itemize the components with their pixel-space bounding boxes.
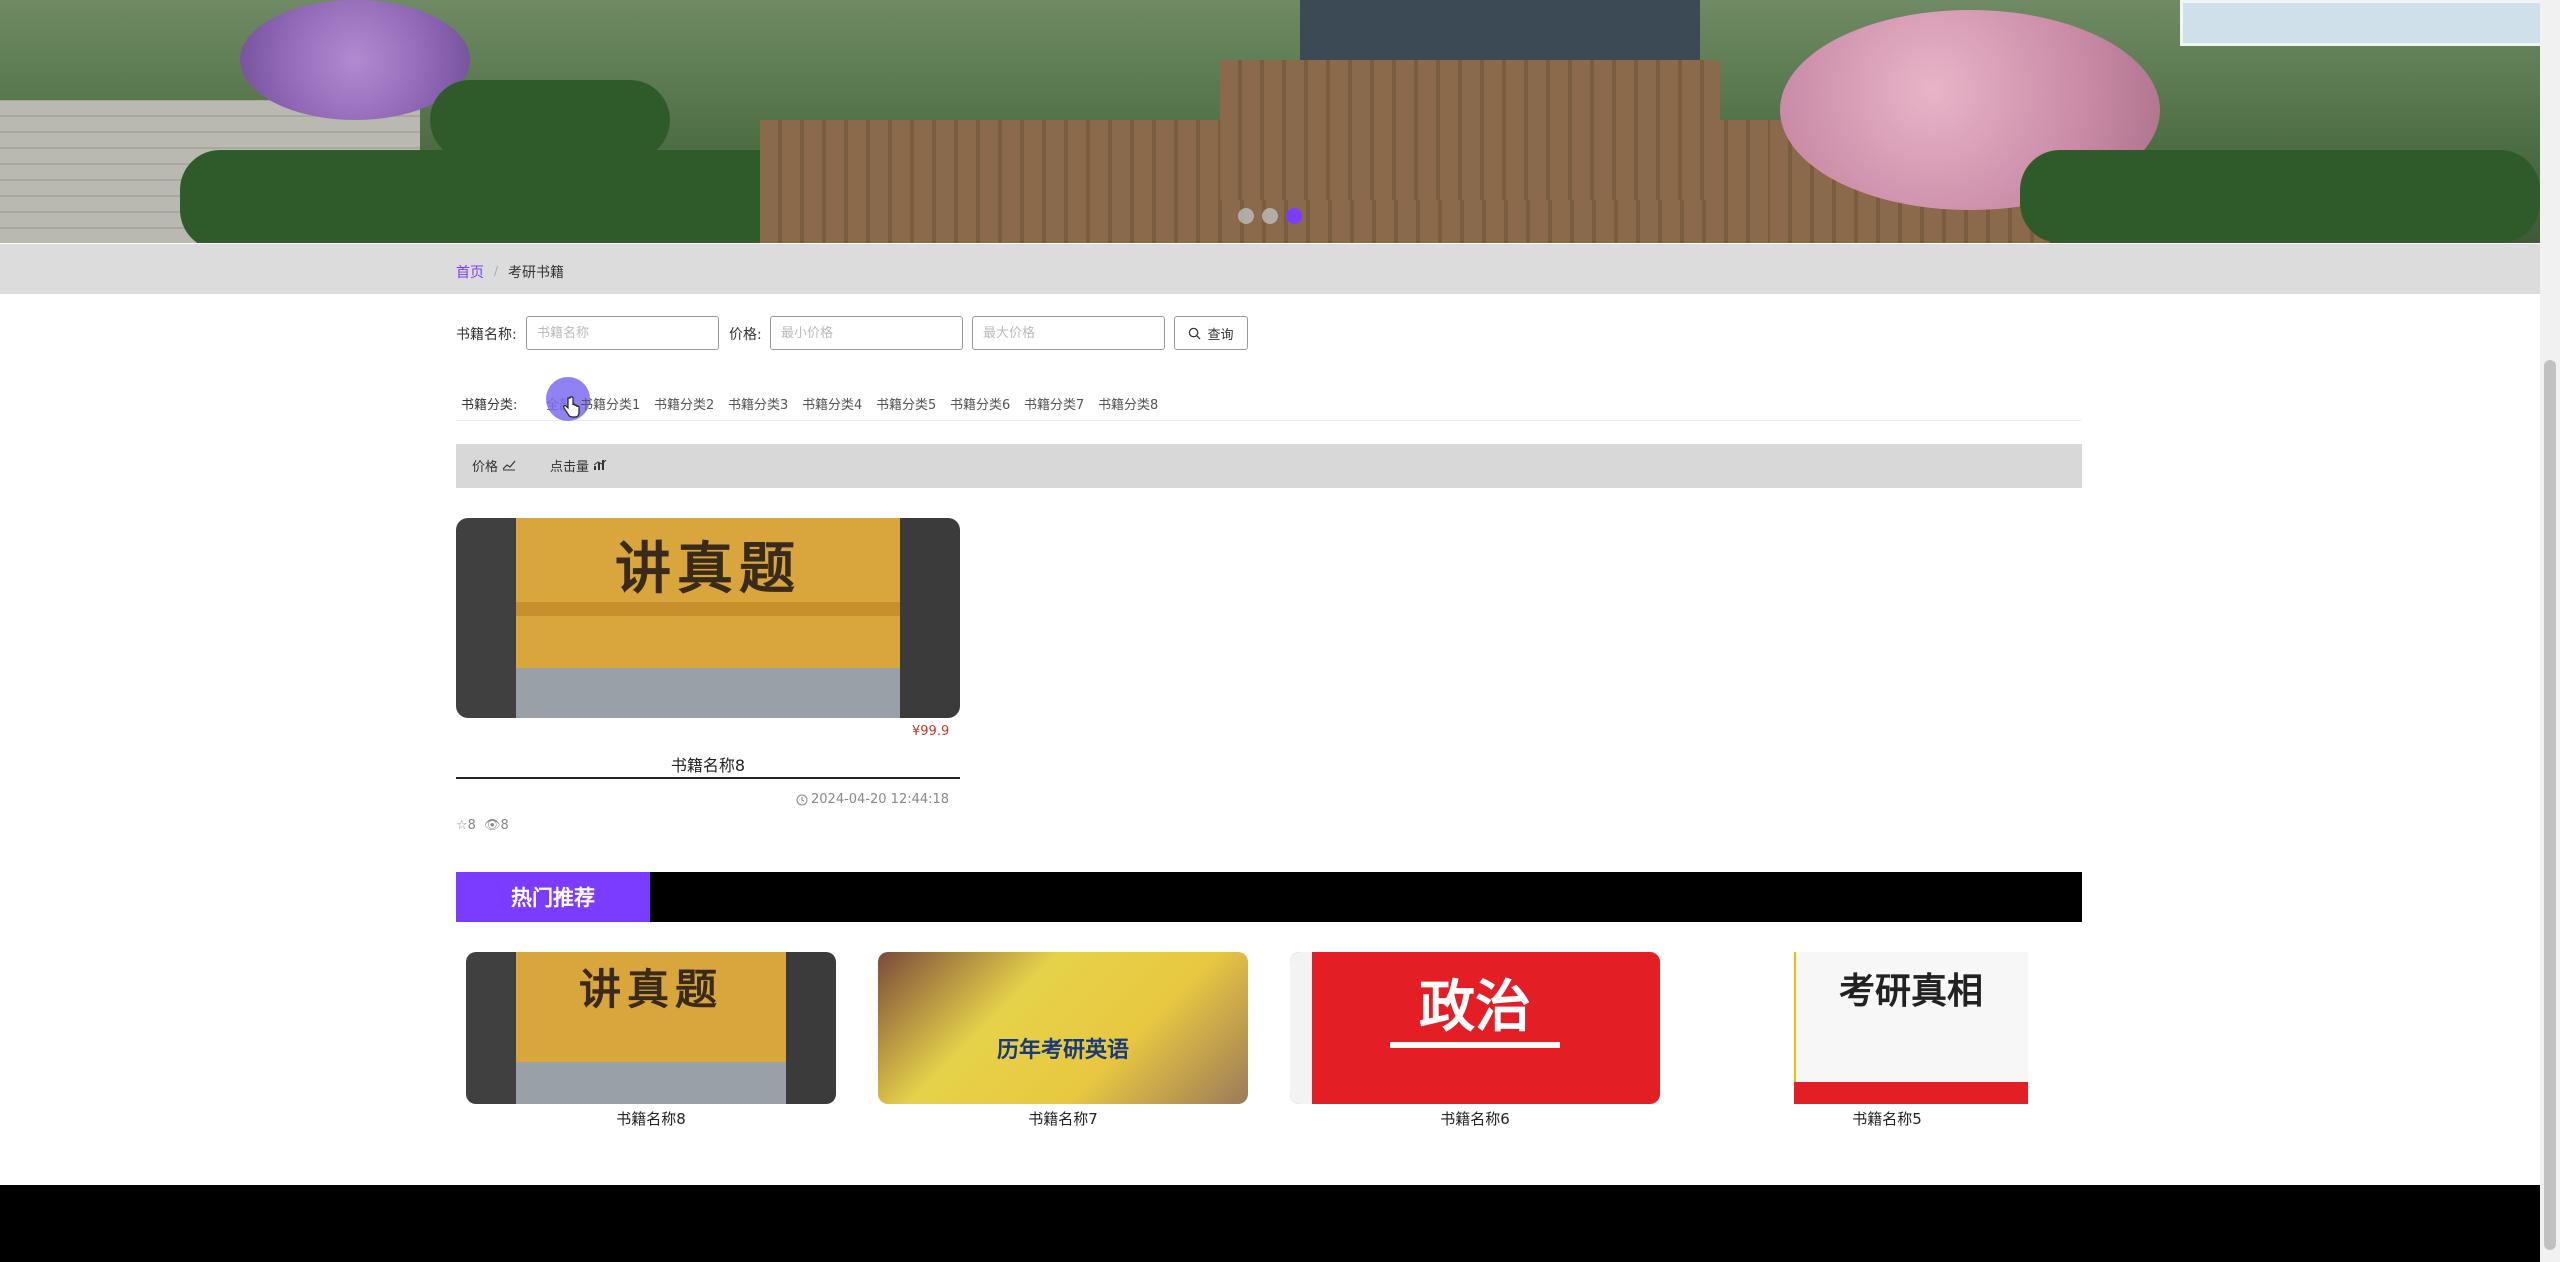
hot-item-3-name[interactable]: 书籍名称6 [1290, 1108, 1660, 1129]
carousel-dot-3[interactable] [1286, 208, 1302, 224]
hot-item-1-image[interactable]: 讲真题 [466, 952, 836, 1104]
banner-bench [1220, 60, 1720, 200]
banner-hedge-right [2020, 150, 2540, 243]
cover-bottom [516, 668, 900, 718]
favorites-count: ☆8 [456, 818, 476, 833]
hand-cursor-icon [563, 396, 580, 418]
carousel-dot-2[interactable] [1262, 208, 1278, 224]
breadcrumb-current: 考研书籍 [508, 265, 564, 281]
product-name[interactable]: 书籍名称8 [456, 752, 960, 776]
product-divider [456, 777, 960, 779]
hot-item-3-image[interactable]: 政治 [1290, 952, 1660, 1104]
sort-by-price[interactable]: 价格 [472, 456, 516, 475]
favorites-count-value: 8 [467, 818, 476, 833]
search-icon [1189, 327, 1202, 340]
sort-bar [456, 444, 2082, 488]
hot-section-bar [456, 872, 2082, 922]
search-button-label: 查询 [1207, 327, 1234, 343]
category-label: 书籍分类: [461, 398, 518, 413]
hot-item-2-image[interactable]: 历年考研英语 [878, 952, 1248, 1104]
category-item-1[interactable]: 书籍分类1 [580, 394, 640, 413]
hot-item-2-cover: 历年考研英语 [996, 1038, 1129, 1063]
hot-section-title: 热门推荐 [456, 872, 650, 922]
hot-item-1-decor [516, 1062, 786, 1104]
clock-icon [796, 794, 808, 805]
min-price-input[interactable] [770, 316, 963, 350]
product-time: 2024-04-20 12:44:18 [796, 792, 949, 807]
sort-by-clicks[interactable]: 点击量 [550, 456, 607, 475]
carousel-dot-1[interactable] [1238, 208, 1254, 224]
hot-item-4-spine [1748, 952, 1796, 1104]
book-name-input[interactable] [526, 316, 719, 350]
trend-icon [502, 460, 516, 471]
hot-item-2-name[interactable]: 书籍名称7 [878, 1108, 1248, 1129]
banner-carousel[interactable] [0, 0, 2540, 243]
views-count-value: 8 [500, 818, 509, 833]
hot-item-1-name[interactable]: 书籍名称8 [466, 1108, 836, 1129]
banner-hedge [430, 80, 670, 160]
bar-chart-icon [593, 459, 607, 470]
breadcrumb-home-link[interactable]: 首页 [456, 262, 484, 282]
max-price-input[interactable] [972, 316, 1165, 350]
hot-item-4-name[interactable]: 书籍名称5 [1702, 1108, 2072, 1129]
sort-price-label: 价格 [472, 460, 499, 475]
category-item-7[interactable]: 书籍分类7 [1024, 394, 1084, 413]
cover-decor [516, 602, 900, 616]
product-price: ¥99.9 [912, 724, 950, 739]
product-cover-title: 讲真题 [615, 536, 801, 602]
views-count: 👁8 [484, 818, 509, 833]
hot-item-3-decor [1390, 1042, 1560, 1048]
hot-item-3-cover: 政治 [1419, 975, 1531, 1040]
category-item-6[interactable]: 书籍分类6 [950, 394, 1010, 413]
category-item-3[interactable]: 书籍分类3 [728, 394, 788, 413]
book-name-label: 书籍名称: [456, 327, 517, 343]
category-item-8[interactable]: 书籍分类8 [1098, 394, 1158, 413]
product-stats: ☆8 👁8 [456, 818, 509, 833]
hot-item-4-image[interactable]: 考研真相 [1702, 952, 2072, 1104]
category-item-5[interactable]: 书籍分类5 [876, 394, 936, 413]
eye-icon: 👁 [483, 818, 501, 833]
banner-wall [1300, 0, 1700, 60]
category-item-2[interactable]: 书籍分类2 [654, 394, 714, 413]
banner-hedge-front [180, 150, 860, 243]
category-item-4[interactable]: 书籍分类4 [802, 394, 862, 413]
scrollbar-thumb[interactable] [2544, 360, 2556, 1250]
banner-window [2180, 0, 2540, 46]
breadcrumb [0, 244, 2540, 294]
search-button[interactable]: 查询 [1174, 316, 1248, 350]
product-image[interactable]: 讲真题 [456, 518, 960, 718]
hot-item-4-cover: 考研真相 [1838, 971, 1983, 1012]
hot-item-4-band [1794, 1082, 2028, 1104]
breadcrumb-separator: / [494, 264, 499, 278]
star-icon: ☆ [456, 818, 468, 833]
sort-clicks-label: 点击量 [550, 460, 590, 475]
hot-item-1-cover: 讲真题 [578, 965, 723, 1014]
product-time-value: 2024-04-20 12:44:18 [811, 792, 950, 807]
footer [0, 1185, 2540, 1262]
price-label: 价格: [729, 327, 762, 343]
